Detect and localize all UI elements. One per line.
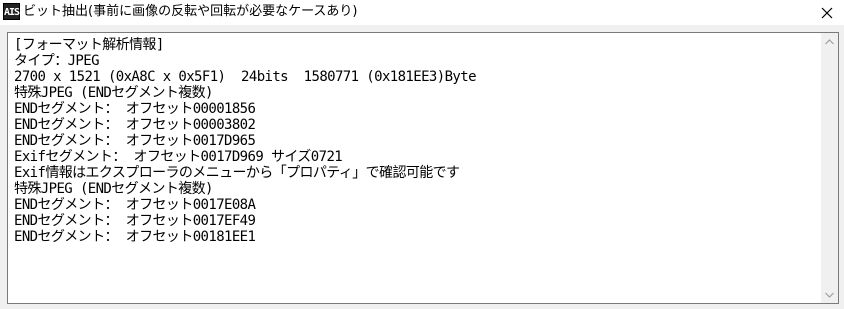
scroll-up-button[interactable] <box>821 33 838 50</box>
analysis-output-text[interactable]: [フォーマット解析情報] タイプ：JPEG 2700 x 1521 (0xA8C x… <box>14 37 816 301</box>
output-line: ENDセグメント： オフセット0017E08A <box>14 197 256 213</box>
output-line: Exifセグメント： オフセット0017D969 サイズ0721 <box>14 149 343 165</box>
output-line: ENDセグメント： オフセット0017EF49 <box>14 213 256 229</box>
client-area: [フォーマット解析情報] タイプ：JPEG 2700 x 1521 (0xA8C x… <box>0 25 844 309</box>
title-bar[interactable]: AIS ビット抽出(事前に画像の反転や回転が必要なケースあり) <box>0 0 844 25</box>
output-line: ENDセグメント： オフセット0017D965 <box>14 133 256 149</box>
output-line: ENDセグメント： オフセット00001856 <box>14 101 256 117</box>
chevron-up-icon <box>825 38 834 44</box>
vertical-scrollbar[interactable] <box>821 33 838 303</box>
output-line: Exif情報はエクスプローラのメニューから「プロパティ」で確認可能です <box>14 165 460 181</box>
close-button[interactable] <box>810 0 844 25</box>
output-line: タイプ：JPEG <box>14 53 100 69</box>
output-line: 特殊JPEG (ENDセグメント複数) <box>14 181 213 197</box>
app-icon: AIS <box>3 3 20 20</box>
output-line: 特殊JPEG (ENDセグメント複数) <box>14 85 213 101</box>
scroll-track[interactable] <box>821 50 838 286</box>
output-line: 2700 x 1521 (0xA8C x 0x5F1) 24bits 15807… <box>14 69 477 85</box>
close-icon <box>821 7 833 18</box>
scroll-down-button[interactable] <box>821 286 838 303</box>
window-title: ビット抽出(事前に画像の反転や回転が必要なケースあり) <box>23 4 358 19</box>
output-line: [フォーマット解析情報] <box>14 37 164 53</box>
output-line: ENDセグメント： オフセット00003802 <box>14 117 256 133</box>
app-window: AIS ビット抽出(事前に画像の反転や回転が必要なケースあり) [フォーマット解… <box>0 0 844 309</box>
output-line: ENDセグメント： オフセット00181EE1 <box>14 229 256 245</box>
analysis-output-textbox[interactable]: [フォーマット解析情報] タイプ：JPEG 2700 x 1521 (0xA8C x… <box>7 32 839 304</box>
chevron-down-icon <box>825 292 834 298</box>
